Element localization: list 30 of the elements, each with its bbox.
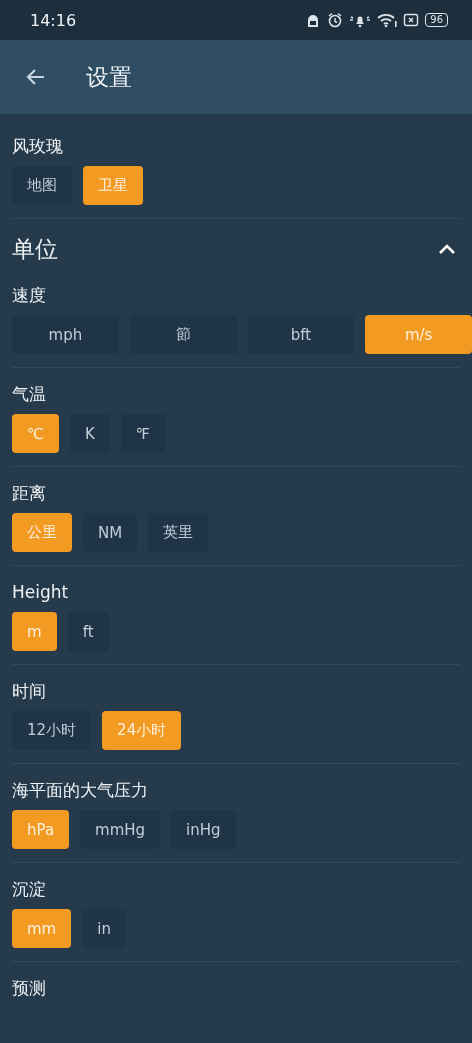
setting-label: Height — [12, 581, 70, 604]
option-button[interactable]: ft — [67, 612, 109, 651]
option-button[interactable]: K — [69, 414, 110, 453]
option-button[interactable]: NM — [83, 513, 138, 552]
option-button[interactable]: mph — [12, 315, 119, 354]
alarm-icon — [327, 12, 344, 28]
option-button[interactable]: mmHg — [80, 810, 161, 849]
setting-label: 时间 — [12, 680, 47, 703]
option-button[interactable]: inHg — [171, 810, 236, 849]
option-button[interactable]: bft — [247, 315, 355, 354]
option-button[interactable]: 節 — [129, 315, 237, 354]
setting-label: 气温 — [12, 383, 47, 406]
sim-icon — [403, 12, 420, 28]
setting-label: 海平面的大气压力 — [12, 779, 149, 802]
battery-icon: 96 — [425, 13, 448, 27]
setting-label: 风玫瑰 — [12, 135, 64, 158]
screen-title: 设置 — [86, 62, 132, 92]
setting-label: 沉淀 — [12, 878, 47, 901]
option-button[interactable]: 英里 — [148, 513, 209, 552]
setting-label: 预测 — [12, 977, 47, 1000]
setting-label: 距离 — [12, 482, 47, 505]
option-button[interactable]: 地图 — [12, 166, 72, 205]
option-button[interactable]: in — [82, 909, 126, 948]
chevron-icon — [438, 243, 456, 255]
option-button[interactable]: ℉ — [120, 414, 166, 453]
clock-time: 14:16 — [30, 10, 77, 30]
section-title: 单位 — [12, 234, 58, 264]
option-button[interactable]: 12小时 — [12, 711, 92, 750]
setting-label: 速度 — [12, 284, 47, 307]
wifi-icon — [377, 12, 398, 28]
